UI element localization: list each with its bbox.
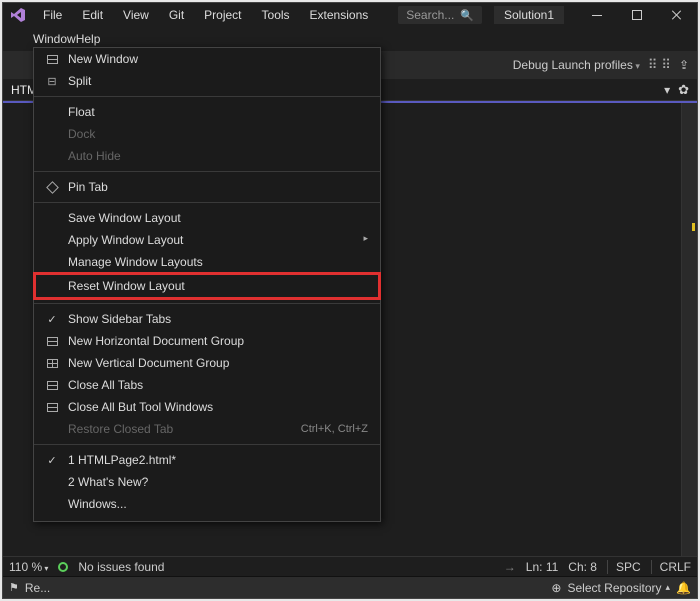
check-icon — [42, 454, 62, 467]
menu-project[interactable]: Project — [194, 5, 251, 25]
menu-window[interactable]: Window — [33, 32, 76, 46]
status-spc[interactable]: SPC — [607, 560, 641, 574]
scrollbar-marker — [692, 223, 695, 231]
menu-separator — [34, 202, 380, 203]
status-line[interactable]: Ln: 11 — [526, 560, 558, 574]
tab-settings-icon[interactable]: ✿ — [678, 82, 689, 98]
repo-add-icon[interactable]: ⊕ — [551, 581, 561, 595]
menu-separator — [34, 303, 380, 304]
menu-new-window[interactable]: New Window — [34, 48, 380, 70]
window-buttons — [577, 3, 697, 27]
menu-save-layout[interactable]: Save Window Layout — [34, 207, 380, 229]
flag-icon[interactable]: ⚑ — [9, 581, 19, 594]
solution-name[interactable]: Solution1 — [494, 6, 564, 24]
menu-auto-hide: Auto Hide — [34, 145, 380, 167]
menu-doc-2[interactable]: 2 What's New? — [34, 471, 380, 493]
menu-manage-layouts[interactable]: Manage Window Layouts — [34, 251, 380, 273]
menu-file[interactable]: File — [33, 5, 72, 25]
menu-reset-layout[interactable]: Reset Window Layout — [34, 273, 380, 299]
bell-icon[interactable]: 🔔 — [676, 581, 691, 595]
status-char[interactable]: Ch: 8 — [568, 560, 597, 574]
pin-icon — [46, 181, 59, 194]
menu-float[interactable]: Float — [34, 101, 380, 123]
menu-help[interactable]: Help — [76, 32, 101, 46]
status-crlf[interactable]: CRLF — [651, 560, 691, 574]
menu-git[interactable]: Git — [159, 5, 194, 25]
menu-extensions[interactable]: Extensions — [300, 5, 379, 25]
search-placeholder: Search... — [406, 8, 454, 22]
menu-doc-1[interactable]: 1 HTMLPage2.html* — [34, 449, 380, 471]
status-arrow-icon[interactable]: → — [504, 560, 516, 574]
search-icon: 🔍 — [460, 9, 474, 22]
menu-close-all-tabs[interactable]: Close All Tabs — [34, 374, 380, 396]
tab-dropdown-icon[interactable]: ▾ — [664, 83, 670, 97]
app-window: File Edit View Git Project Tools Extensi… — [2, 2, 698, 599]
check-icon — [42, 313, 62, 326]
menu-view[interactable]: View — [113, 5, 159, 25]
menu-tools[interactable]: Tools — [252, 5, 300, 25]
menu-apply-layout[interactable]: Apply Window Layout — [34, 229, 380, 251]
menu-split[interactable]: ⊟Split — [34, 70, 380, 92]
issues-text[interactable]: No issues found — [78, 560, 164, 574]
menu-separator — [34, 444, 380, 445]
maximize-button[interactable] — [617, 3, 657, 27]
debug-launch-profiles[interactable]: Debug Launch profiles — [513, 58, 640, 72]
layout-v-icon — [47, 359, 58, 368]
menu-edit[interactable]: Edit — [72, 5, 113, 25]
menu-new-h-group[interactable]: New Horizontal Document Group — [34, 330, 380, 352]
menu-show-sidebar-tabs[interactable]: Show Sidebar Tabs — [34, 308, 380, 330]
menu-pin-tab[interactable]: Pin Tab — [34, 176, 380, 198]
toolbar-extra-icons[interactable]: ⠿⠿ — [648, 57, 671, 73]
tabs-icon — [47, 381, 58, 390]
repo-bar: ⚑ Re... ⊕ Select Repository 🔔 — [3, 576, 697, 598]
share-icon[interactable]: ⇪ — [679, 58, 689, 72]
vertical-scrollbar[interactable] — [681, 103, 697, 556]
vs-logo-icon — [3, 7, 33, 23]
no-issues-icon — [58, 562, 68, 572]
menu-dock: Dock — [34, 123, 380, 145]
menu-close-all-but-tool[interactable]: Close All But Tool Windows — [34, 396, 380, 418]
minimize-button[interactable] — [577, 3, 617, 27]
ready-text: Re... — [25, 581, 50, 595]
tabs-icon — [47, 403, 58, 412]
zoom-level[interactable]: 110 % — [9, 560, 48, 574]
menu-restore-closed-tab: Restore Closed TabCtrl+K, Ctrl+Z — [34, 418, 380, 440]
select-repository[interactable]: Select Repository — [567, 581, 670, 595]
layout-h-icon — [47, 337, 58, 346]
menu-windows[interactable]: Windows... — [34, 493, 380, 515]
menu-separator — [34, 96, 380, 97]
close-button[interactable] — [657, 3, 697, 27]
menu-new-v-group[interactable]: New Vertical Document Group — [34, 352, 380, 374]
window-menu: New Window ⊟Split Float Dock Auto Hide P… — [33, 47, 381, 522]
menubar: File Edit View Git Project Tools Extensi… — [3, 3, 697, 27]
search-box[interactable]: Search... 🔍 — [398, 6, 482, 24]
menu-separator — [34, 171, 380, 172]
status-bar: 110 % No issues found → Ln: 11 Ch: 8 SPC… — [3, 556, 697, 576]
